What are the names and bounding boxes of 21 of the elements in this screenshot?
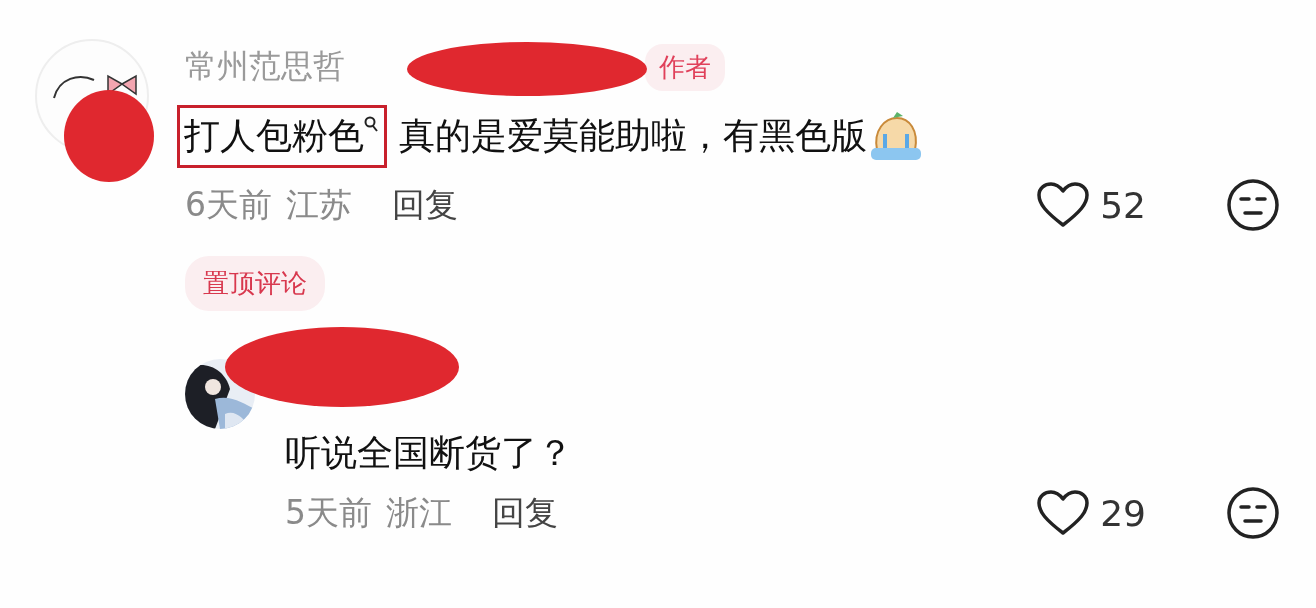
like-button[interactable]: 52 — [1036, 181, 1146, 229]
comment-time: 5天前 — [285, 491, 372, 534]
comment-location: 浙江 — [386, 491, 452, 534]
comment-text: 真的是爱莫能助啦，有黑色版 — [399, 113, 867, 158]
search-icon — [364, 115, 378, 132]
reply-link[interactable]: 回复 — [492, 490, 558, 536]
comment-location: 江苏 — [286, 183, 352, 226]
dislike-button[interactable] — [1226, 178, 1280, 232]
heart-icon — [1036, 181, 1091, 229]
dislike-button[interactable] — [1226, 486, 1280, 540]
highlighted-keyword[interactable]: 打人包粉色 — [184, 111, 364, 161]
author-badge: 作者 — [645, 43, 725, 91]
like-button[interactable]: 29 — [1036, 489, 1146, 537]
comment-author: 常州范思哲 — [185, 46, 345, 87]
dislike-face-icon — [1226, 178, 1280, 232]
comment-time: 6天前 — [185, 183, 272, 226]
reply-link[interactable]: 回复 — [392, 182, 458, 228]
reply-text: 听说全国断货了？ — [285, 431, 574, 475]
pinned-comment-tag: 置顶评论 — [185, 256, 325, 311]
heart-icon — [1036, 489, 1091, 537]
dislike-face-icon — [1226, 486, 1280, 540]
